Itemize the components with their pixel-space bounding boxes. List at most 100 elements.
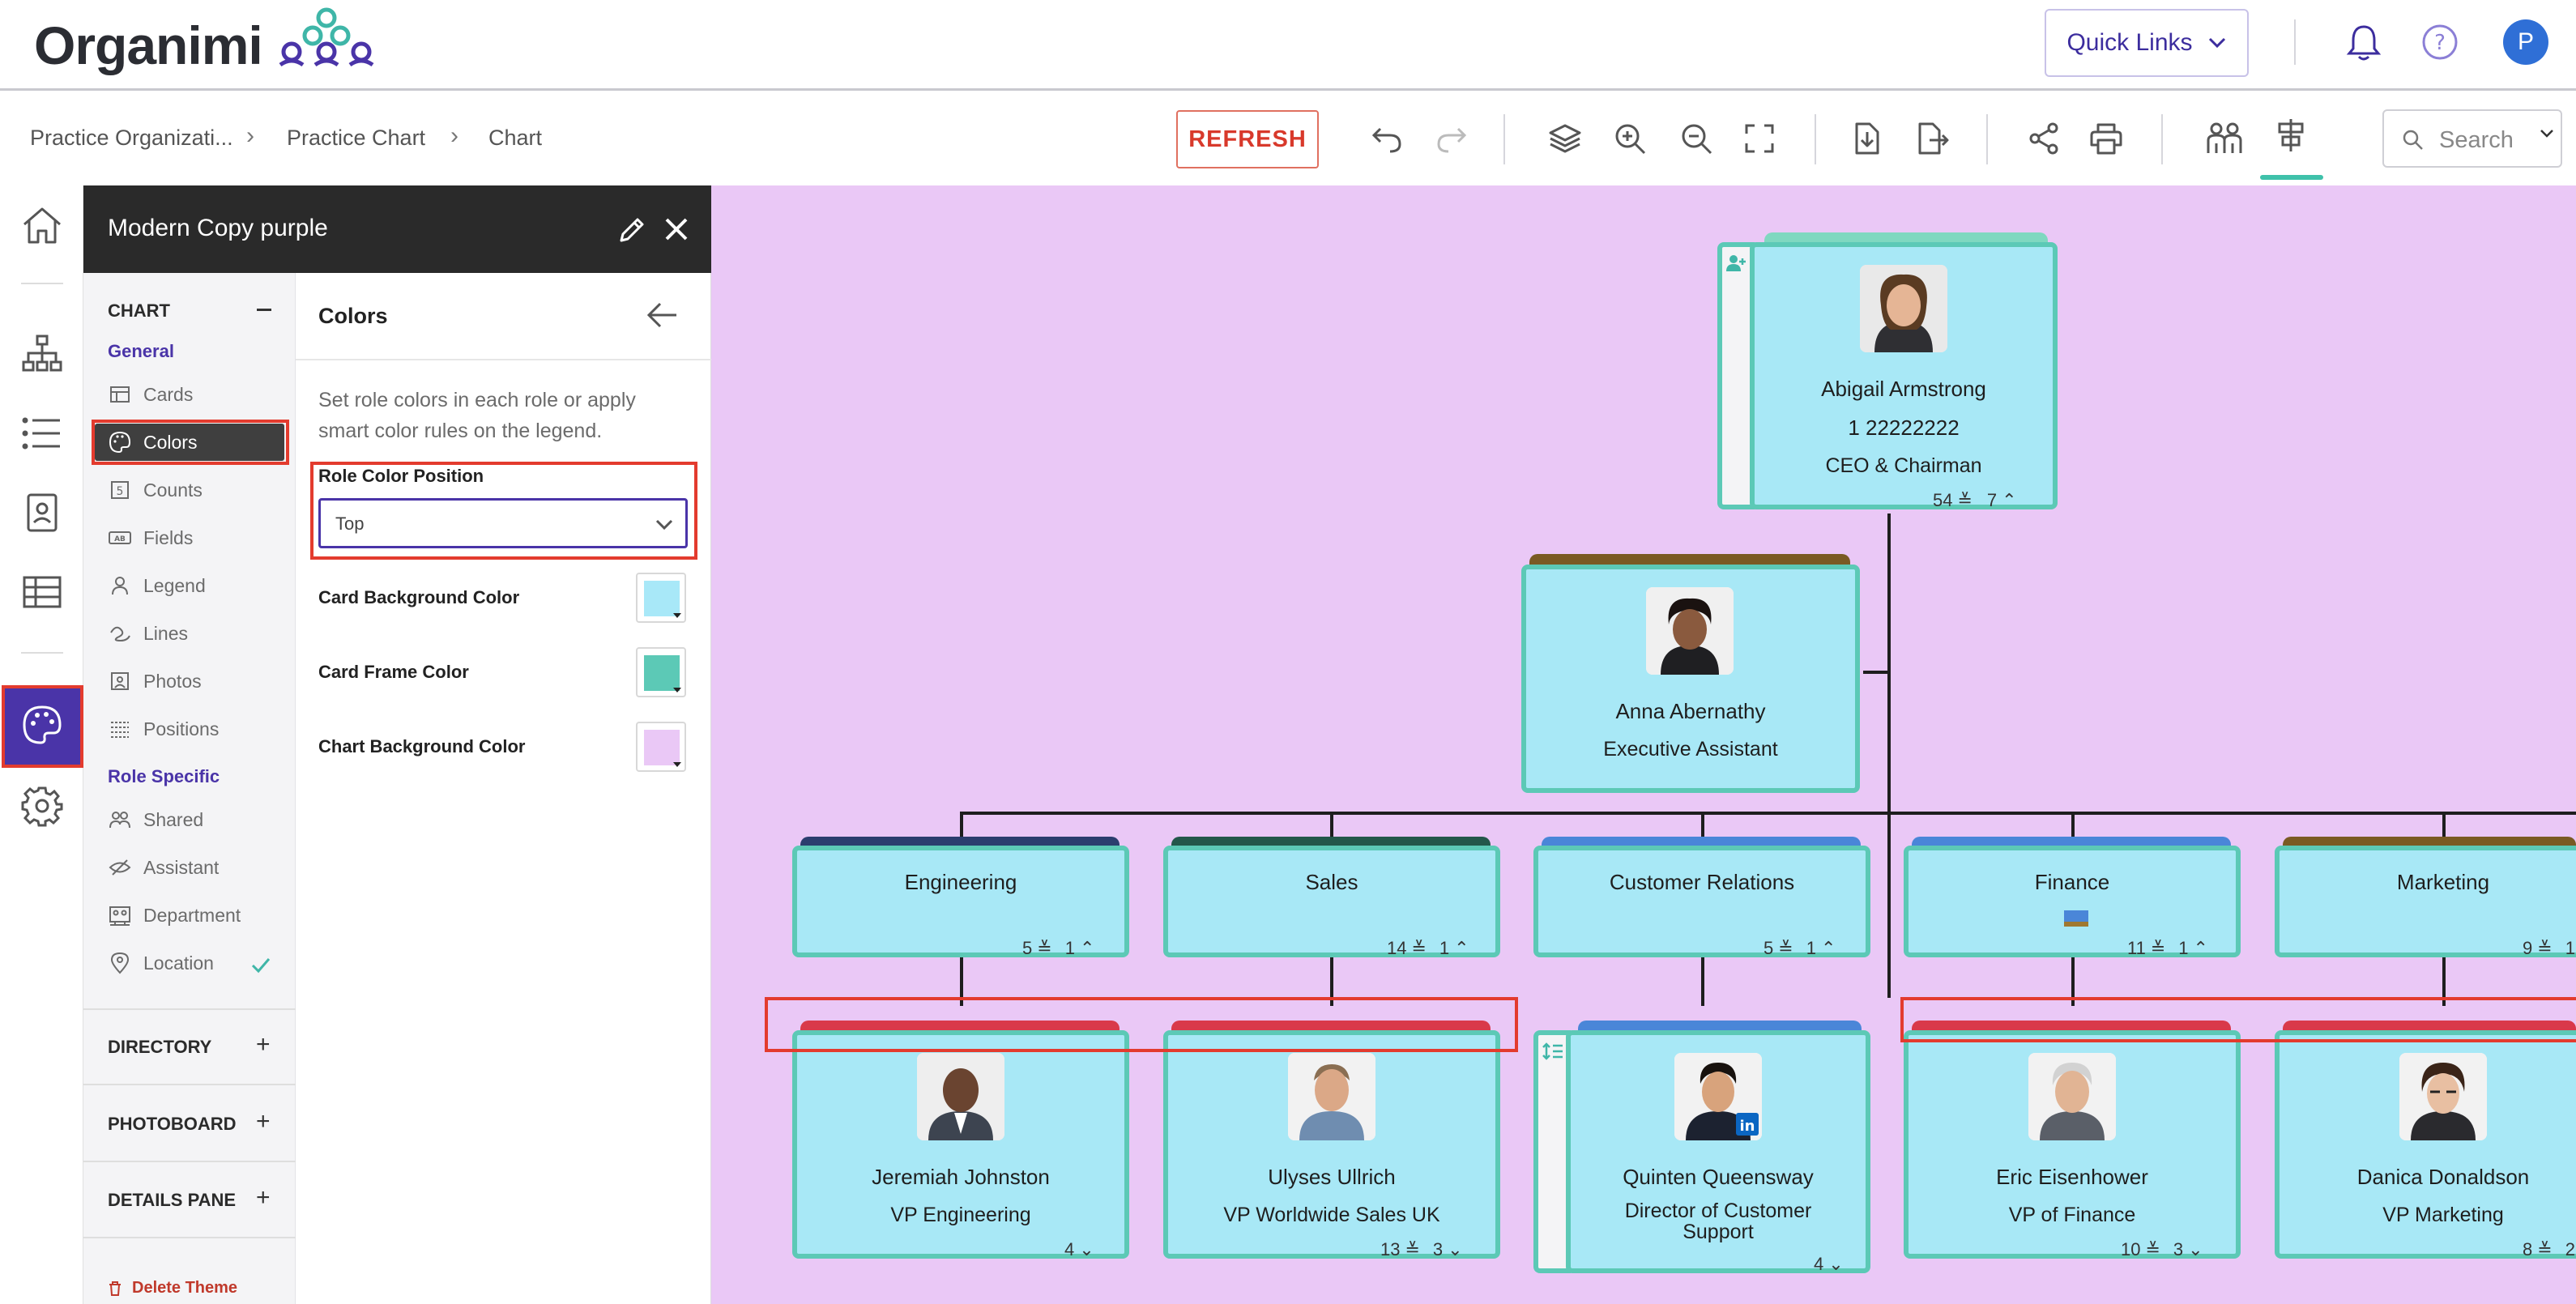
department-card-sales[interactable]: Sales 14 ≚ 1 ⌃: [1163, 846, 1500, 959]
department-counts[interactable]: 14 ≚ 1 ⌃: [1387, 938, 1469, 959]
people-view-icon[interactable]: [2205, 121, 2244, 156]
undo-icon[interactable]: [1369, 121, 1405, 156]
nav-item-shared[interactable]: Shared: [95, 801, 284, 838]
card-color-bar: [1529, 554, 1850, 565]
user-avatar[interactable]: P: [2503, 19, 2548, 65]
org-chart-icon[interactable]: [21, 333, 63, 375]
nav-item-photos[interactable]: Photos: [95, 663, 284, 700]
chart-background-swatch[interactable]: [636, 722, 686, 772]
import-icon[interactable]: [1849, 121, 1884, 156]
print-icon[interactable]: [2088, 121, 2124, 156]
department-counts[interactable]: 9 ≚ 1: [2523, 938, 2575, 959]
nav-item-department[interactable]: Department: [95, 897, 284, 934]
layers-icon[interactable]: [1547, 121, 1583, 156]
danica-donaldson-photo: [2399, 1053, 2487, 1140]
refresh-button[interactable]: REFRESH: [1176, 110, 1319, 168]
toolbar-divider: [1503, 114, 1505, 164]
redo-icon[interactable]: [1434, 121, 1469, 156]
ceo-counts[interactable]: 54 ≚ 7 ⌃: [1933, 490, 2017, 511]
nav-item-counts[interactable]: 5 Counts: [95, 471, 284, 509]
edit-pencil-icon[interactable]: [618, 216, 646, 244]
card-background-label: Card Background Color: [318, 587, 520, 607]
nav-item-label: Lines: [143, 622, 188, 644]
directory-icon[interactable]: [21, 492, 63, 534]
vp-card-ulyses-ullrich[interactable]: Ulyses Ullrich VP Worldwide Sales UK 13 ≚…: [1163, 1030, 1500, 1259]
vp-card-jeremiah-johnston[interactable]: Jeremiah Johnston VP Engineering 4 ⌄: [792, 1030, 1129, 1259]
card-frame-swatch[interactable]: [636, 647, 686, 697]
assistant-card[interactable]: Anna Abernathy Executive Assistant: [1521, 565, 1860, 793]
abigail-armstrong-photo: [1860, 265, 1947, 352]
top-color-highlight-box: [1900, 997, 2576, 1042]
active-view-indicator: [2260, 175, 2323, 180]
vp-counts[interactable]: 13 ≚ 3 ⌄: [1380, 1239, 1463, 1260]
breadcrumb-organization[interactable]: Practice Organizati...: [30, 126, 233, 151]
add-person-icon[interactable]: [1725, 254, 1748, 273]
org-chart-canvas[interactable]: Abigail Armstrong 1 22222222 CEO & Chair…: [711, 185, 2576, 1304]
descendant-count: 5: [1022, 938, 1033, 958]
department-counts[interactable]: 11 ≚ 1 ⌃: [2127, 938, 2208, 959]
department-name: Sales: [1305, 870, 1358, 894]
delete-theme-button[interactable]: Delete Theme: [108, 1279, 237, 1298]
vp-counts[interactable]: 4 ⌄: [1814, 1254, 1844, 1275]
zoom-in-icon[interactable]: [1612, 121, 1648, 156]
settings-gear-icon[interactable]: [21, 785, 63, 827]
department-card-customer-relations[interactable]: Customer Relations 5 ≚ 1 ⌃: [1533, 846, 1870, 959]
sort-list-icon[interactable]: [1542, 1042, 1564, 1061]
vp-card-danica-donaldson[interactable]: Danica Donaldson VP Marketing 8 ≚ 2: [2275, 1030, 2576, 1259]
search-options-icon[interactable]: [2540, 129, 2554, 138]
location-pin-icon: [110, 952, 130, 974]
department-counts[interactable]: 5 ≚ 1 ⌃: [1022, 938, 1094, 959]
search-placeholder: Search: [2439, 127, 2514, 153]
descendant-count: 4: [1814, 1254, 1824, 1274]
vp-counts[interactable]: 4 ⌄: [1064, 1239, 1094, 1260]
photoboard-section-header[interactable]: PHOTOBOARD: [108, 1114, 237, 1135]
list-icon[interactable]: [21, 412, 63, 454]
bell-icon[interactable]: [2346, 23, 2382, 62]
nav-item-positions[interactable]: Positions: [95, 710, 284, 748]
expand-plus-icon[interactable]: +: [256, 1108, 271, 1136]
palette-icon[interactable]: [21, 704, 63, 746]
directory-section-header[interactable]: DIRECTORY: [108, 1037, 211, 1058]
fit-screen-icon[interactable]: [1742, 121, 1777, 156]
vp-counts[interactable]: 10 ≚ 3 ⌄: [2121, 1239, 2203, 1260]
search-input[interactable]: Search: [2382, 109, 2562, 168]
ceo-card[interactable]: Abigail Armstrong 1 22222222 CEO & Chair…: [1750, 242, 2058, 511]
export-icon[interactable]: [1913, 121, 1949, 156]
assistant-name: Anna Abernathy: [1615, 699, 1766, 723]
expand-plus-icon[interactable]: +: [256, 1031, 271, 1059]
svg-text:5: 5: [117, 485, 124, 498]
share-icon[interactable]: [2027, 121, 2062, 156]
home-icon[interactable]: [21, 205, 63, 247]
department-name: Engineering: [904, 870, 1017, 894]
close-icon[interactable]: [663, 216, 689, 242]
expand-plus-icon[interactable]: +: [256, 1184, 271, 1212]
department-card-finance[interactable]: Finance 11 ≚ 1 ⌃: [1904, 846, 2241, 959]
card-background-swatch[interactable]: [636, 573, 686, 623]
vp-card-quinten-queensway[interactable]: in Quinten Queensway Director of Custome…: [1566, 1030, 1870, 1275]
department-counts[interactable]: 5 ≚ 1 ⌃: [1764, 938, 1836, 959]
department-card-engineering[interactable]: Engineering 5 ≚ 1 ⌃: [792, 846, 1129, 959]
breadcrumb-chart[interactable]: Practice Chart: [287, 126, 425, 151]
organimi-logo-text[interactable]: Organimi: [34, 15, 263, 76]
chart-layout-icon[interactable]: [2273, 117, 2309, 153]
department-card-marketing[interactable]: Marketing 9 ≚ 1: [2275, 846, 2576, 959]
zoom-out-icon[interactable]: [1678, 121, 1714, 156]
collapse-minus-icon[interactable]: [257, 309, 271, 311]
nav-item-cards[interactable]: Cards: [95, 376, 284, 413]
chevron-up-icon: ⌃: [1079, 938, 1095, 958]
back-arrow-icon[interactable]: [646, 300, 678, 330]
help-icon[interactable]: ?: [2420, 23, 2459, 62]
nav-item-assistant[interactable]: Assistant: [95, 849, 284, 886]
chart-section-header[interactable]: CHART: [108, 300, 170, 322]
delete-theme-label: Delete Theme: [132, 1279, 238, 1297]
quick-links-button[interactable]: Quick Links: [2045, 9, 2249, 77]
vp-counts[interactable]: 8 ≚ 2: [2523, 1239, 2575, 1260]
nav-item-legend[interactable]: Legend: [95, 567, 284, 604]
connector-line: [2071, 812, 2075, 839]
direct-count: 1: [2178, 938, 2189, 958]
nav-item-fields[interactable]: AB Fields: [95, 519, 284, 556]
details-pane-section-header[interactable]: DETAILS PANE: [108, 1190, 236, 1211]
vp-card-eric-eisenhower[interactable]: Eric Eisenhower VP of Finance 10 ≚ 3 ⌄: [1904, 1030, 2241, 1259]
nav-item-lines[interactable]: Lines: [95, 615, 284, 652]
table-icon[interactable]: [21, 571, 63, 613]
